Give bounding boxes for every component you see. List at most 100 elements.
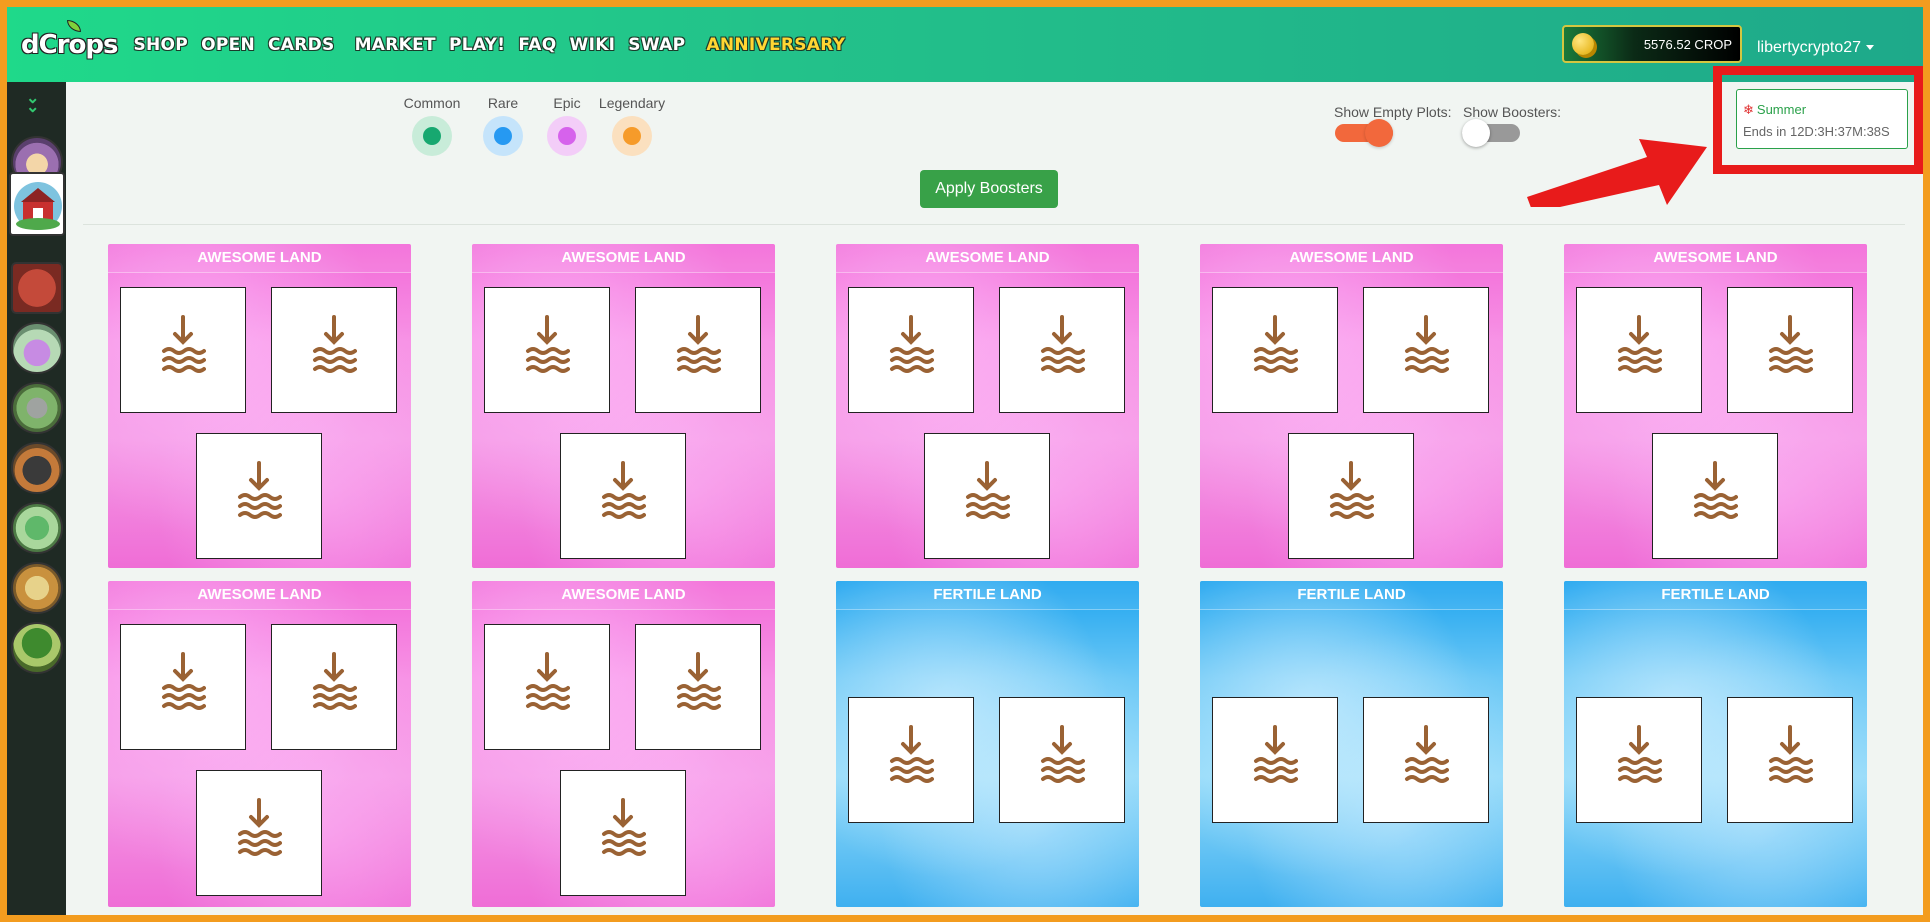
season-info: ❄ Summer Ends in 12D:3H:37M:38S	[1736, 89, 1908, 149]
empty-plot[interactable]	[635, 287, 761, 413]
empty-plot[interactable]	[999, 287, 1125, 413]
tree-icon[interactable]	[11, 622, 63, 674]
rarity-dot	[623, 127, 641, 145]
empty-plot[interactable]	[271, 624, 397, 750]
user-menu[interactable]: libertycrypto27	[1757, 39, 1875, 57]
nav-market[interactable]: MARKET	[355, 35, 436, 55]
empty-plot[interactable]	[1652, 433, 1778, 559]
nav-faq[interactable]: FAQ	[518, 35, 556, 55]
empty-plot[interactable]	[560, 770, 686, 896]
land-title: AWESOME LAND	[472, 581, 775, 610]
empty-plot[interactable]	[120, 624, 246, 750]
water-plant-icon	[1767, 314, 1813, 386]
rarity-halo	[412, 116, 452, 156]
awesome-land-card: AWESOME LAND	[472, 581, 775, 907]
empty-plot[interactable]	[1576, 697, 1702, 823]
water-plant-icon	[600, 460, 646, 532]
empty-plots-label: Show Empty Plots:	[1334, 104, 1452, 120]
rarity-label: Legendary	[598, 95, 666, 111]
water-plant-icon	[236, 460, 282, 532]
divider	[83, 224, 1905, 225]
double-chevron-down-icon[interactable]: ⌄ ⌄	[26, 91, 39, 116]
land-title: AWESOME LAND	[108, 244, 411, 273]
water-plant-icon	[1692, 460, 1738, 532]
apply-boosters-button[interactable]: Apply Boosters	[920, 170, 1058, 208]
empty-plots-toggle[interactable]	[1335, 119, 1393, 147]
empty-plot[interactable]	[635, 624, 761, 750]
empty-plot[interactable]	[484, 287, 610, 413]
rarity-halo	[612, 116, 652, 156]
water-plant-icon	[160, 314, 206, 386]
land-title: AWESOME LAND	[1200, 244, 1503, 273]
empty-plot[interactable]	[924, 433, 1050, 559]
empty-plot[interactable]	[1727, 697, 1853, 823]
dcrops-logo[interactable]: dCrops	[21, 19, 118, 60]
rarity-halo	[483, 116, 523, 156]
water-plant-icon	[1252, 724, 1298, 796]
water-plant-icon	[1039, 724, 1085, 796]
crop-balance[interactable]: 5576.52 CROP	[1562, 25, 1742, 63]
water-plant-icon	[236, 797, 282, 869]
cooking-icon[interactable]	[11, 562, 63, 614]
awesome-land-card: AWESOME LAND	[836, 244, 1139, 568]
water-plant-icon	[888, 314, 934, 386]
awesome-land-card: AWESOME LAND	[108, 244, 411, 568]
crates-icon[interactable]	[11, 262, 63, 314]
empty-plot[interactable]	[120, 287, 246, 413]
balance-text: 5576.52 CROP	[1643, 36, 1732, 52]
rarity-label: Common	[403, 95, 461, 111]
rarity-legendary[interactable]: Legendary	[592, 95, 672, 156]
potion-icon[interactable]	[11, 322, 63, 374]
water-plant-icon	[1403, 314, 1449, 386]
nav-open[interactable]: OPEN	[201, 35, 255, 55]
farm-icon[interactable]	[9, 172, 65, 236]
nav-anniversary[interactable]: ANNIVERSARY	[706, 35, 845, 55]
empty-plot[interactable]	[1363, 287, 1489, 413]
empty-plot[interactable]	[1288, 433, 1414, 559]
nav-links: SHOP OPEN CARDS MARKET PLAY! FAQ WIKI SW…	[133, 35, 858, 55]
boosters-toggle[interactable]	[1462, 119, 1520, 147]
empty-plot[interactable]	[271, 287, 397, 413]
nav-play[interactable]: PLAY!	[449, 35, 505, 55]
snowflake-icon: ❄	[1743, 102, 1754, 117]
nav-swap[interactable]: SWAP	[628, 35, 685, 55]
empty-plot[interactable]	[560, 433, 686, 559]
empty-plot[interactable]	[196, 770, 322, 896]
fertile-land-card: FERTILE LAND	[1564, 581, 1867, 907]
caret-down-icon	[1866, 45, 1875, 51]
water-plant-icon	[311, 314, 357, 386]
water-plant-icon	[1039, 314, 1085, 386]
empty-plot[interactable]	[1363, 697, 1489, 823]
anvil-icon[interactable]	[11, 442, 63, 494]
fertile-land-card: FERTILE LAND	[836, 581, 1139, 907]
water-plant-icon	[1403, 724, 1449, 796]
empty-plot[interactable]	[848, 697, 974, 823]
empty-plot[interactable]	[1212, 697, 1338, 823]
rarity-epic[interactable]: Epic	[537, 95, 597, 156]
water-plant-icon	[600, 797, 646, 869]
empty-plot[interactable]	[999, 697, 1125, 823]
empty-plot[interactable]	[1212, 287, 1338, 413]
jar-icon[interactable]	[11, 502, 63, 554]
tools-icon[interactable]	[11, 382, 63, 434]
land-title: AWESOME LAND	[1564, 244, 1867, 273]
nav-wiki[interactable]: WIKI	[570, 35, 616, 55]
empty-plot[interactable]	[848, 287, 974, 413]
empty-plot[interactable]	[484, 624, 610, 750]
rarity-rare[interactable]: Rare	[473, 95, 533, 156]
logo-text: dCrops	[21, 29, 118, 60]
water-plant-icon	[524, 651, 570, 723]
water-plant-icon	[675, 314, 721, 386]
nav-cards[interactable]: CARDS	[268, 35, 335, 55]
empty-plot[interactable]	[1576, 287, 1702, 413]
water-plant-icon	[675, 651, 721, 723]
land-title: AWESOME LAND	[472, 244, 775, 273]
rarity-common[interactable]: Common	[402, 95, 462, 156]
season-name: Summer	[1756, 102, 1807, 117]
nav-shop[interactable]: SHOP	[133, 35, 188, 55]
empty-plot[interactable]	[196, 433, 322, 559]
awesome-land-card: AWESOME LAND	[108, 581, 411, 907]
coin-stack-icon	[1572, 33, 1594, 55]
toggle-knob	[1365, 119, 1393, 147]
empty-plot[interactable]	[1727, 287, 1853, 413]
